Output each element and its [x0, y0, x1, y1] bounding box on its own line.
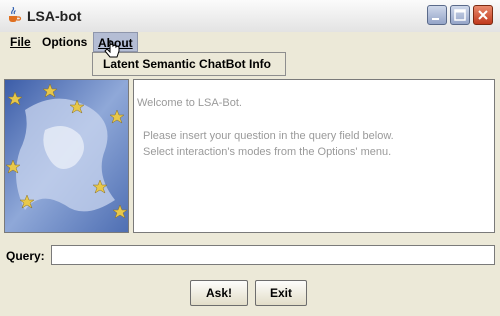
eu-map-illustration: [5, 80, 128, 232]
exit-button[interactable]: Exit: [255, 280, 307, 306]
chat-instruction-line: Please insert your question in the query…: [143, 130, 394, 142]
close-icon: [478, 10, 488, 20]
menu-options[interactable]: Options: [40, 34, 89, 50]
title-bar[interactable]: LSA-bot: [0, 0, 500, 33]
ask-button[interactable]: Ask!: [190, 280, 248, 306]
mouse-pointer-icon: [104, 40, 120, 58]
chat-output-area[interactable]: Welcome to LSA-Bot. Please insert your q…: [133, 79, 495, 233]
close-button[interactable]: [473, 5, 493, 25]
menu-file[interactable]: File: [8, 34, 33, 50]
menu-file-label: File: [10, 35, 31, 49]
chat-options-line: Select interaction's modes from the Opti…: [143, 146, 392, 158]
query-label: Query:: [6, 249, 45, 263]
java-cup-icon: [9, 7, 22, 22]
maximize-icon: [454, 9, 466, 21]
menu-options-label: Options: [42, 35, 88, 49]
app-window: LSA-bot File Options About Latent Semant…: [0, 0, 500, 316]
menu-bar: File Options About: [0, 32, 500, 52]
query-input[interactable]: [51, 245, 495, 265]
eu-flag-map-image: [4, 79, 129, 233]
minimize-button[interactable]: [427, 5, 447, 25]
menu-item-chatbot-info[interactable]: Latent Semantic ChatBot Info: [103, 57, 271, 71]
minimize-icon: [432, 18, 439, 20]
window-title: LSA-bot: [27, 8, 82, 24]
chat-welcome-line: Welcome to LSA-Bot.: [137, 97, 242, 109]
maximize-button[interactable]: [450, 5, 470, 25]
